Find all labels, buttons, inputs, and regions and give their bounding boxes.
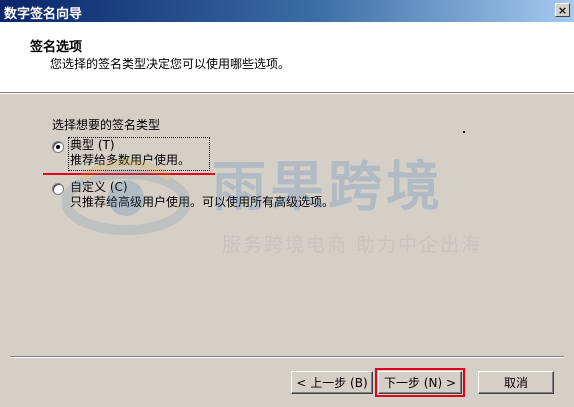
options-panel: 选择想要的签名类型 典型 (T) 推荐给多数用户使用。 自定义 (C) 只推荐给… bbox=[0, 94, 574, 356]
page-title: 签名选项 bbox=[30, 40, 83, 55]
wizard-header: 签名选项 您选择的签名类型决定您可以使用哪些选项。 bbox=[0, 22, 574, 92]
red-underline-annotation bbox=[43, 173, 215, 175]
typical-description: 推荐给多数用户使用。 bbox=[70, 153, 191, 167]
stray-dot bbox=[463, 131, 465, 133]
close-icon: × bbox=[557, 3, 568, 17]
custom-radio[interactable] bbox=[52, 183, 64, 195]
wizard-window: 数字签名向导 × 签名选项 您选择的签名类型决定您可以使用哪些选项。 选择想要的… bbox=[0, 0, 574, 407]
cancel-button[interactable]: 取消 bbox=[478, 371, 554, 394]
typical-label: 典型 (T) bbox=[70, 138, 115, 152]
footer-divider bbox=[10, 356, 564, 358]
back-button[interactable]: < 上一步 (B) bbox=[291, 371, 373, 394]
close-button[interactable]: × bbox=[555, 3, 570, 17]
signature-type-label: 选择想要的签名类型 bbox=[52, 118, 161, 132]
window-title: 数字签名向导 bbox=[4, 7, 83, 22]
custom-text: 自定义 (C) 只推荐给高级用户使用。可以使用所有高级选项。 bbox=[70, 180, 334, 210]
next-button[interactable]: 下一步 (N) > bbox=[378, 371, 462, 394]
custom-label: 自定义 (C) bbox=[70, 180, 128, 194]
title-bar[interactable]: 数字签名向导 × bbox=[0, 0, 574, 22]
custom-description: 只推荐给高级用户使用。可以使用所有高级选项。 bbox=[70, 195, 335, 209]
typical-radio[interactable] bbox=[52, 141, 64, 153]
page-subtitle: 您选择的签名类型决定您可以使用哪些选项。 bbox=[50, 57, 291, 71]
typical-text: 典型 (T) 推荐给多数用户使用。 bbox=[70, 138, 190, 168]
